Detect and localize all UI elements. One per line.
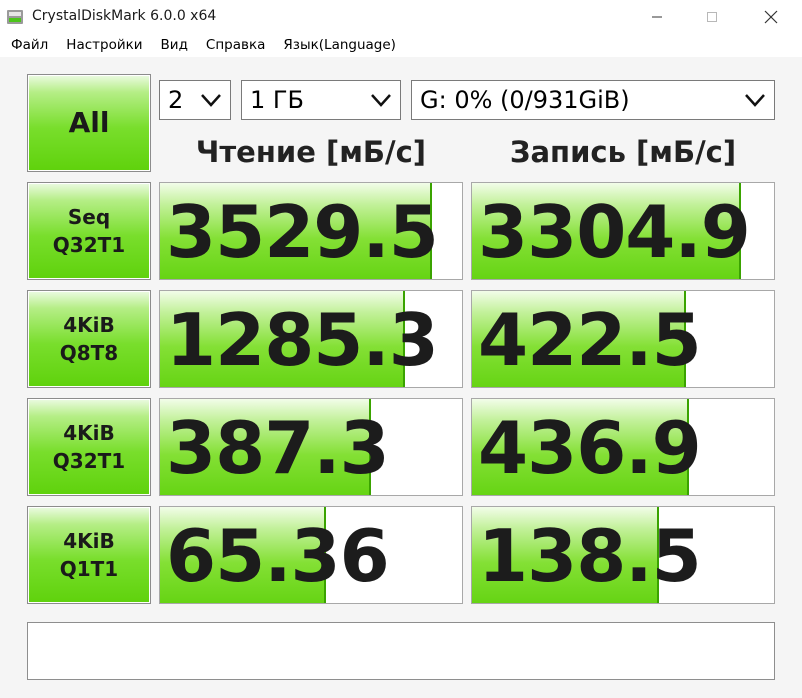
title-bar: CrystalDiskMark 6.0.0 x64 <box>0 0 802 33</box>
minimize-icon <box>652 16 662 17</box>
menu-bar: Файл Настройки Вид Справка Язык(Language… <box>0 33 802 57</box>
result-write-4kib-q32t1: 436.9 <box>471 398 775 496</box>
main-panel: All 2 1 ГБ G: 0% (0/931GiB) Чтение [мБ/с… <box>0 57 802 698</box>
maximize-icon <box>707 11 717 22</box>
menu-view[interactable]: Вид <box>152 33 197 57</box>
close-icon <box>764 10 778 23</box>
test-button-4kib-q1t1[interactable]: 4KiB Q1T1 <box>27 506 151 604</box>
chevron-down-icon <box>371 94 391 107</box>
read-value: 1285.3 <box>166 298 439 382</box>
window-title: CrystalDiskMark 6.0.0 x64 <box>32 8 217 24</box>
test-label: Seq Q32T1 <box>52 205 126 257</box>
test-count-value: 2 <box>168 86 184 114</box>
result-write-4kib-q8t8: 422.5 <box>471 290 775 388</box>
result-read-4kib-q1t1: 65.36 <box>159 506 463 604</box>
minimize-button[interactable] <box>634 0 680 33</box>
test-button-4kib-q8t8[interactable]: 4KiB Q8T8 <box>27 290 151 388</box>
run-all-button[interactable]: All <box>27 74 151 172</box>
result-read-4kib-q8t8: 1285.3 <box>159 290 463 388</box>
test-button-seq-q32t1[interactable]: Seq Q32T1 <box>27 182 151 280</box>
read-value: 65.36 <box>166 514 390 598</box>
result-read-seq-q32t1: 3529.5 <box>159 182 463 280</box>
test-count-select[interactable]: 2 <box>159 80 231 120</box>
write-column-header: Запись [мБ/с] <box>509 135 737 169</box>
read-value: 3529.5 <box>166 190 439 274</box>
maximize-button[interactable] <box>689 0 735 33</box>
menu-language[interactable]: Язык(Language) <box>274 33 405 57</box>
test-size-select[interactable]: 1 ГБ <box>241 80 401 120</box>
menu-file[interactable]: Файл <box>2 33 57 57</box>
chevron-down-icon <box>201 94 221 107</box>
read-value: 387.3 <box>166 406 390 490</box>
result-write-4kib-q1t1: 138.5 <box>471 506 775 604</box>
menu-settings[interactable]: Настройки <box>57 33 151 57</box>
result-read-4kib-q32t1: 387.3 <box>159 398 463 496</box>
menu-help[interactable]: Справка <box>197 33 274 57</box>
chevron-down-icon <box>745 94 765 107</box>
test-label: 4KiB Q1T1 <box>59 529 119 581</box>
test-size-value: 1 ГБ <box>250 86 304 114</box>
app-icon <box>7 10 23 24</box>
result-write-seq-q32t1: 3304.9 <box>471 182 775 280</box>
test-label: 4KiB Q8T8 <box>59 313 119 365</box>
write-value: 3304.9 <box>478 190 751 274</box>
comment-field[interactable] <box>27 622 775 680</box>
write-value: 138.5 <box>478 514 702 598</box>
read-column-header: Чтение [мБ/с] <box>195 135 427 169</box>
close-button[interactable] <box>748 0 794 33</box>
run-all-label: All <box>68 106 110 139</box>
write-value: 436.9 <box>478 406 702 490</box>
test-label: 4KiB Q32T1 <box>52 421 126 473</box>
drive-value: G: 0% (0/931GiB) <box>420 86 630 114</box>
write-value: 422.5 <box>478 298 702 382</box>
drive-select[interactable]: G: 0% (0/931GiB) <box>411 80 775 120</box>
test-button-4kib-q32t1[interactable]: 4KiB Q32T1 <box>27 398 151 496</box>
